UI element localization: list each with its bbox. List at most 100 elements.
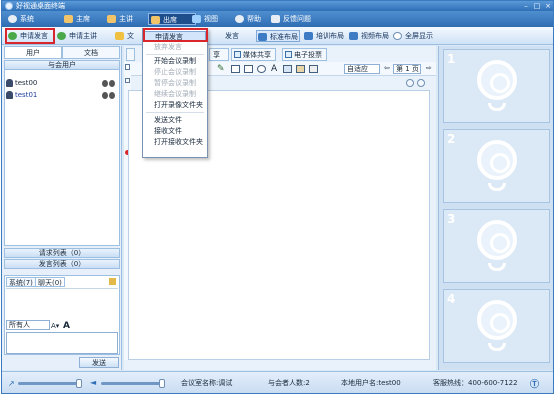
next-page-icon[interactable]: ⇨	[426, 64, 432, 72]
app-window: 好视通桌面终端 – □ × 系统 主席 主讲 出席 视图 帮助 反馈问题 申请发…	[1, 0, 554, 394]
webcam-icon	[477, 220, 517, 260]
menu-item-pause-recording[interactable]: 暂停会议录制	[144, 78, 206, 88]
chair-user-icon	[64, 15, 73, 23]
highlight-box-dropdown-apply-speak	[143, 28, 208, 42]
menu-help[interactable]: 帮助	[233, 13, 261, 25]
video-slot-3[interactable]: 3	[443, 209, 550, 283]
video-slot-number: 1	[447, 52, 456, 66]
system-gear-icon	[8, 15, 17, 23]
close-icon[interactable]: ×	[543, 2, 553, 10]
user-devices-icon	[102, 92, 116, 99]
mic-volume-icon: ↗	[8, 379, 15, 388]
recipient-select[interactable]: 所有人	[6, 320, 50, 330]
speaker-volume-slider[interactable]	[101, 382, 165, 385]
chat-message-input[interactable]	[6, 332, 118, 354]
request-list-header[interactable]: 请求列表（0）	[4, 248, 120, 258]
apply-presenter-button[interactable]: 申请主讲	[56, 30, 97, 42]
image-tool-icon[interactable]	[283, 65, 292, 73]
menu-item-open-recording-folder[interactable]: 打开录像文件夹	[144, 100, 206, 110]
layout-standard-icon	[258, 33, 267, 41]
tab-chat-system[interactable]: 系统(7)	[6, 277, 36, 287]
folder-button[interactable]: 文	[114, 30, 134, 42]
text-tool-icon[interactable]: A	[271, 64, 277, 74]
menu-attend[interactable]: 出席	[148, 13, 196, 25]
menu-presenter[interactable]: 主讲	[105, 13, 133, 25]
select-tool-icon[interactable]	[125, 78, 130, 83]
webcam-icon	[477, 300, 517, 340]
webcam-stand-icon	[488, 343, 506, 351]
user-list-panel: 与会用户 test00 test01	[4, 60, 120, 246]
video-layout-button[interactable]: 视频布局	[348, 30, 389, 42]
page-icon[interactable]	[125, 64, 130, 70]
menu-system[interactable]: 系统	[6, 13, 34, 25]
tab-voting[interactable]: 电子投票	[282, 48, 327, 61]
menu-item-send-file[interactable]: 发送文件	[144, 115, 206, 125]
presenter-user-icon	[107, 15, 116, 23]
standard-layout-button[interactable]: 标准布局	[256, 30, 300, 42]
maximize-icon[interactable]: □	[532, 2, 542, 10]
app-logo-icon	[5, 2, 13, 10]
menu-item-resume-recording[interactable]: 继续会议录制	[144, 89, 206, 99]
rectangle-tool-icon[interactable]	[231, 65, 240, 73]
webcam-icon	[477, 60, 517, 100]
menu-bar: 系统 主席 主讲 出席 视图 帮助 反馈问题	[2, 11, 553, 27]
user-row-test00[interactable]: test00	[5, 78, 119, 89]
webcam-stand-icon	[488, 183, 506, 191]
video-slot-number: 3	[447, 212, 456, 226]
help-icon	[235, 15, 244, 23]
whiteboard-next-icon[interactable]	[417, 79, 425, 87]
chat-history	[6, 288, 118, 318]
font-size-icon[interactable]: A	[63, 321, 70, 331]
pen-icon[interactable]: ✎	[217, 64, 225, 74]
video-slot-1[interactable]: 1	[443, 49, 550, 123]
mic-slider-handle[interactable]	[76, 379, 82, 388]
menu-separator	[146, 112, 204, 113]
video-slot-2[interactable]: 2	[443, 129, 550, 203]
title-bar: 好视通桌面终端 – □ ×	[2, 1, 553, 11]
ellipse-tool-icon[interactable]	[257, 65, 266, 73]
menu-item-open-receive-folder[interactable]: 打开接收文件夹	[144, 137, 206, 147]
mic-volume-slider[interactable]	[18, 382, 82, 385]
prev-page-icon[interactable]: ⇦	[384, 64, 390, 72]
minimize-icon[interactable]: –	[521, 2, 531, 10]
layout-training-icon	[304, 32, 313, 40]
eraser-tool-icon[interactable]	[296, 65, 305, 73]
signal-icon: Ⓣ	[530, 380, 540, 390]
speaker-slider-handle[interactable]	[159, 379, 165, 388]
user-row-test01[interactable]: test01	[5, 90, 119, 101]
video-panel: 1 2 3 4	[438, 46, 553, 370]
local-username: 本地用户名:test00	[341, 379, 401, 387]
tab-whiteboard[interactable]	[126, 48, 135, 61]
tab-share[interactable]: 享	[209, 48, 229, 61]
menu-chair[interactable]: 主席	[62, 13, 90, 25]
send-button[interactable]: 发送	[79, 357, 119, 368]
video-slot-4[interactable]: 4	[443, 289, 550, 363]
menu-view[interactable]: 视图	[190, 13, 218, 25]
grid-tool-icon[interactable]	[309, 65, 318, 73]
training-layout-button[interactable]: 培训布局	[303, 30, 344, 42]
pin-icon[interactable]	[109, 278, 116, 285]
radio-icon	[393, 32, 402, 40]
font-color-icon[interactable]: A▾	[51, 322, 59, 330]
video-slot-number: 2	[447, 132, 456, 146]
fullscreen-toggle[interactable]: 全屏显示	[392, 30, 433, 42]
hidden-speak-button[interactable]: 发言	[212, 30, 239, 42]
menu-item-receive-file[interactable]: 接收文件	[144, 126, 206, 136]
status-bar: ↗ ◄ 会议室名称:调试 与会者人数:2 本地用户名:test00 客服热线：4…	[2, 371, 553, 393]
tab-users[interactable]: 用户	[4, 46, 62, 59]
menu-item-stop-recording[interactable]: 停止会议录制	[144, 67, 206, 77]
webcam-stand-icon	[488, 103, 506, 111]
menu-item-give-up-speak[interactable]: 放弃发言	[144, 42, 206, 52]
menu-feedback[interactable]: 反馈问题	[269, 13, 311, 25]
tab-documents[interactable]: 文档	[62, 46, 120, 59]
menu-item-start-recording[interactable]: 开始会议录制	[144, 56, 206, 66]
tab-chat[interactable]: 聊天(0)	[35, 277, 65, 287]
speak-list-header[interactable]: 发言列表（0）	[4, 259, 120, 269]
attend-user-icon	[151, 16, 160, 24]
tab-media-share[interactable]: 媒体共享	[231, 48, 276, 61]
page-select[interactable]: 第 1 页	[393, 64, 421, 74]
zoom-select[interactable]: 自适应	[344, 64, 380, 74]
whiteboard-prev-icon[interactable]	[406, 79, 414, 87]
rect-outline-tool-icon[interactable]	[244, 65, 253, 73]
left-tabs: 用户 文档	[2, 46, 122, 59]
